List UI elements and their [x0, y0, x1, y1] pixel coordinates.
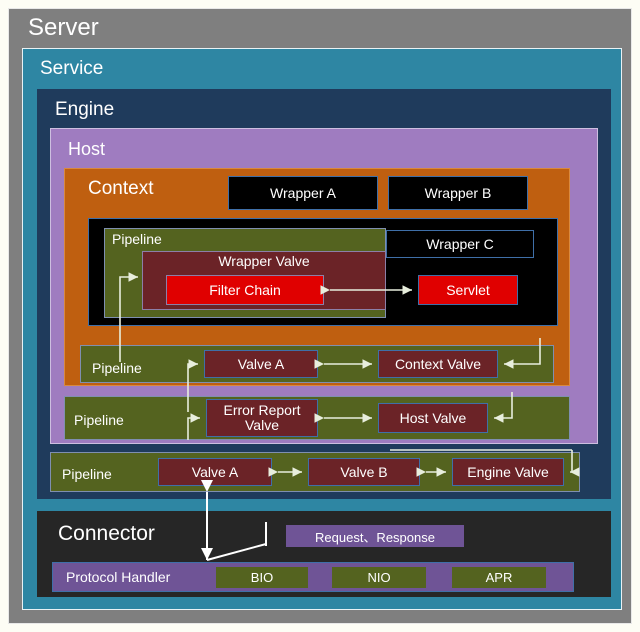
- request-response-box: Request、Response: [286, 525, 464, 547]
- wrapper-pipeline-label: Pipeline: [112, 231, 162, 247]
- engine-valve-a: Valve A: [158, 458, 272, 486]
- wrapper-valve-label: Wrapper Valve: [142, 253, 386, 269]
- context-pipeline-label: Pipeline: [92, 360, 142, 376]
- engine-valve-b: Valve B: [308, 458, 420, 486]
- context-label: Context: [88, 178, 153, 200]
- wrapper-a-box: Wrapper A: [228, 176, 378, 210]
- wrapper-c-box: Wrapper C: [386, 230, 534, 258]
- service-label: Service: [40, 58, 103, 80]
- host-pipeline-label: Pipeline: [74, 412, 124, 428]
- servlet-box: Servlet: [418, 275, 518, 305]
- host-valve: Host Valve: [378, 403, 488, 433]
- connector-label: Connector: [58, 522, 155, 546]
- protocol-bio-chip: BIO: [216, 567, 308, 588]
- context-valve-a: Valve A: [204, 350, 318, 378]
- protocol-apr-chip: APR: [452, 567, 546, 588]
- diagram-canvas: Server Service Engine Host Context Wrapp…: [0, 0, 640, 632]
- engine-pipeline-label: Pipeline: [62, 466, 112, 482]
- protocol-handler-label: Protocol Handler: [66, 569, 170, 585]
- engine-valve: Engine Valve: [452, 458, 564, 486]
- filter-chain-box: Filter Chain: [166, 275, 324, 305]
- host-label: Host: [68, 139, 105, 160]
- protocol-nio-chip: NIO: [332, 567, 426, 588]
- wrapper-b-box: Wrapper B: [388, 176, 528, 210]
- context-valve: Context Valve: [378, 350, 498, 378]
- error-report-valve: Error Report Valve: [206, 399, 318, 437]
- engine-label: Engine: [55, 99, 114, 121]
- server-label: Server: [28, 14, 99, 42]
